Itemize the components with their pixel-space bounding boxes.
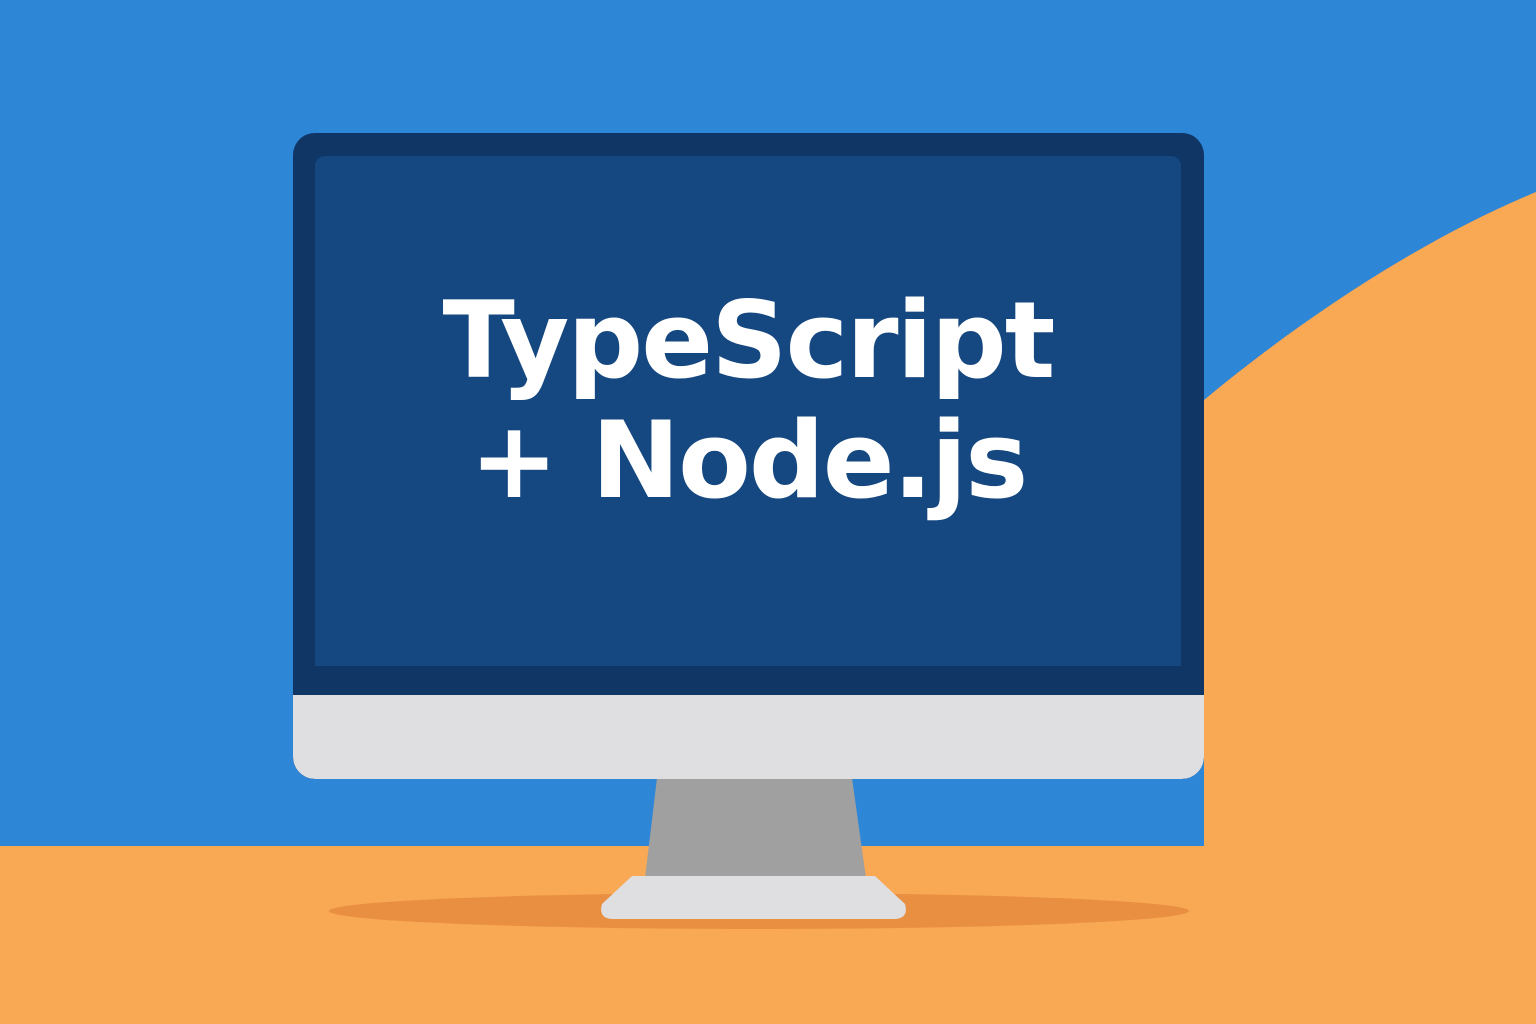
- monitor: TypeScript + Node.js: [293, 133, 1204, 779]
- illustration-scene: TypeScript + Node.js: [0, 0, 1536, 1024]
- stand-neck: [645, 778, 866, 878]
- screen-title-line-2: + Node.js: [469, 399, 1029, 522]
- stand-base: [601, 876, 906, 919]
- monitor-bezel: TypeScript + Node.js: [293, 133, 1204, 779]
- screen-title-line-1: TypeScript: [442, 279, 1056, 402]
- monitor-chin: [293, 695, 1204, 779]
- monitor-screen: TypeScript + Node.js: [315, 156, 1181, 666]
